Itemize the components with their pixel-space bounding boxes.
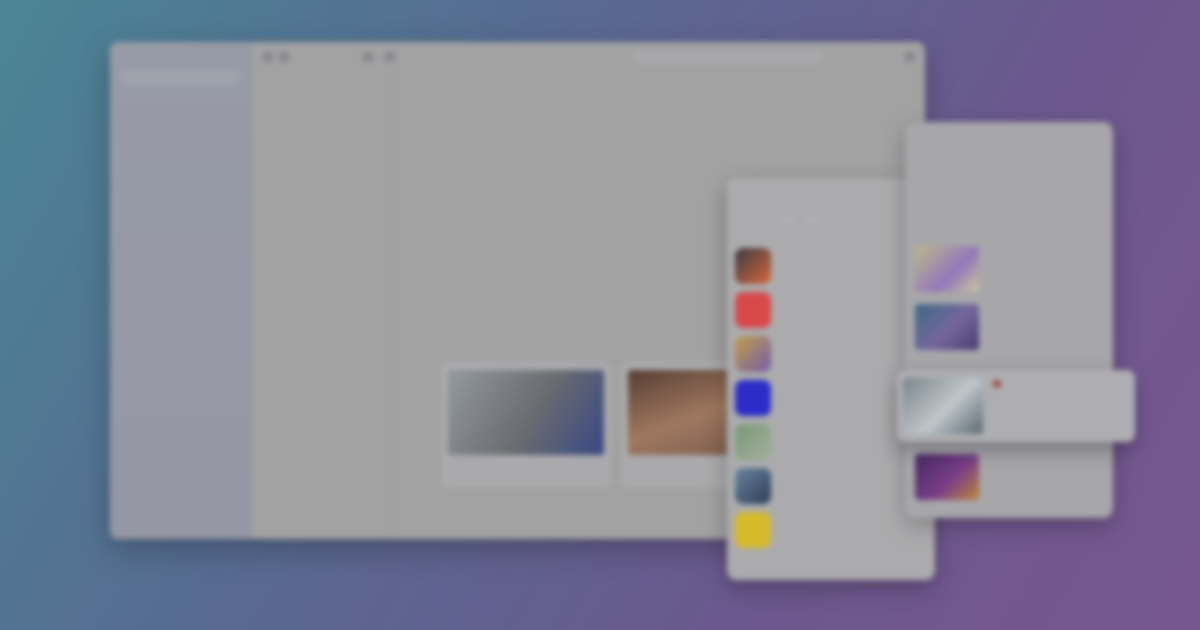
dim-overlay: [0, 0, 1200, 630]
